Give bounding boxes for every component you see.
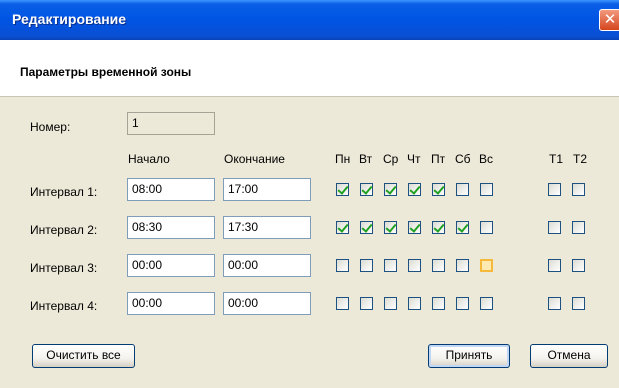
accept-button[interactable]: Принять <box>428 344 510 368</box>
day-checkbox-Вт[interactable] <box>360 221 373 234</box>
day-header: Пт <box>431 152 446 166</box>
dialog-heading: Параметры временной зоны <box>20 65 192 79</box>
end-time-field[interactable]: 00:00 <box>223 254 311 277</box>
day-checkbox-Сб[interactable] <box>456 259 469 272</box>
clear-all-button[interactable]: Очистить все <box>32 344 135 368</box>
end-column-header: Окончание <box>224 152 285 166</box>
day-checkbox-Пт[interactable] <box>432 221 445 234</box>
day-header: Вс <box>479 152 494 166</box>
number-field: 1 <box>127 112 215 135</box>
cancel-button[interactable]: Отмена <box>530 344 608 368</box>
start-time-field[interactable]: 00:00 <box>127 254 215 277</box>
day-checkbox-Пн[interactable] <box>336 221 349 234</box>
extra-checkbox-T1[interactable] <box>548 297 561 310</box>
day-checkbox-Чт[interactable] <box>408 183 421 196</box>
end-time-field[interactable]: 17:30 <box>223 216 311 239</box>
extra-checkbox-T2[interactable] <box>572 259 585 272</box>
day-checkbox-Сб[interactable] <box>456 221 469 234</box>
extra-header: T1 <box>549 152 564 166</box>
day-checkbox-Ср[interactable] <box>384 259 397 272</box>
day-checkbox-Чт[interactable] <box>408 221 421 234</box>
extra-checkbox-T2[interactable] <box>572 297 585 310</box>
day-checkbox-Вс[interactable] <box>480 183 493 196</box>
day-checkbox-Пт[interactable] <box>432 183 445 196</box>
extra-checkbox-T1[interactable] <box>548 259 561 272</box>
extra-checkbox-T1[interactable] <box>548 183 561 196</box>
day-checkbox-Пн[interactable] <box>336 297 349 310</box>
interval-label: Интервал 2: <box>30 223 98 237</box>
start-column-header: Начало <box>128 152 170 166</box>
day-header: Вт <box>359 152 373 166</box>
day-checkbox-Вт[interactable] <box>360 297 373 310</box>
extra-checkbox-T1[interactable] <box>548 221 561 234</box>
end-time-field[interactable]: 17:00 <box>223 178 311 201</box>
extra-checkbox-T2[interactable] <box>572 221 585 234</box>
day-checkbox-Вт[interactable] <box>360 183 373 196</box>
day-checkbox-Чт[interactable] <box>408 259 421 272</box>
day-checkbox-Ср[interactable] <box>384 297 397 310</box>
day-checkbox-Вс[interactable] <box>480 297 493 310</box>
day-header: Ср <box>383 152 399 166</box>
day-checkbox-Ср[interactable] <box>384 221 397 234</box>
extra-header: T2 <box>573 152 588 166</box>
day-checkbox-Чт[interactable] <box>408 297 421 310</box>
day-checkbox-Пн[interactable] <box>336 183 349 196</box>
day-checkbox-Сб[interactable] <box>456 183 469 196</box>
extra-checkbox-T2[interactable] <box>572 183 585 196</box>
day-checkbox-Ср[interactable] <box>384 183 397 196</box>
day-checkbox-Сб[interactable] <box>456 297 469 310</box>
day-checkbox-Пт[interactable] <box>432 259 445 272</box>
close-icon: ✕ <box>603 11 617 28</box>
title-bar[interactable]: Редактирование ✕ <box>0 0 619 40</box>
header-band: Параметры временной зоны <box>0 40 619 97</box>
end-time-field[interactable]: 00:00 <box>223 292 311 315</box>
day-checkbox-Пн[interactable] <box>336 259 349 272</box>
number-label: Номер: <box>30 120 71 134</box>
start-time-field[interactable]: 08:00 <box>127 178 215 201</box>
start-time-field[interactable]: 00:00 <box>127 292 215 315</box>
day-checkbox-Пт[interactable] <box>432 297 445 310</box>
day-header: Чт <box>407 152 421 166</box>
window-title: Редактирование <box>12 11 127 27</box>
day-checkbox-Вс[interactable] <box>480 259 493 272</box>
close-button[interactable]: ✕ <box>599 9 619 31</box>
day-header: Сб <box>455 152 471 166</box>
day-header: Пн <box>335 152 351 166</box>
start-time-field[interactable]: 08:30 <box>127 216 215 239</box>
interval-label: Интервал 4: <box>30 299 98 313</box>
interval-label: Интервал 1: <box>30 185 98 199</box>
day-checkbox-Вс[interactable] <box>480 221 493 234</box>
interval-label: Интервал 3: <box>30 261 98 275</box>
day-checkbox-Вт[interactable] <box>360 259 373 272</box>
